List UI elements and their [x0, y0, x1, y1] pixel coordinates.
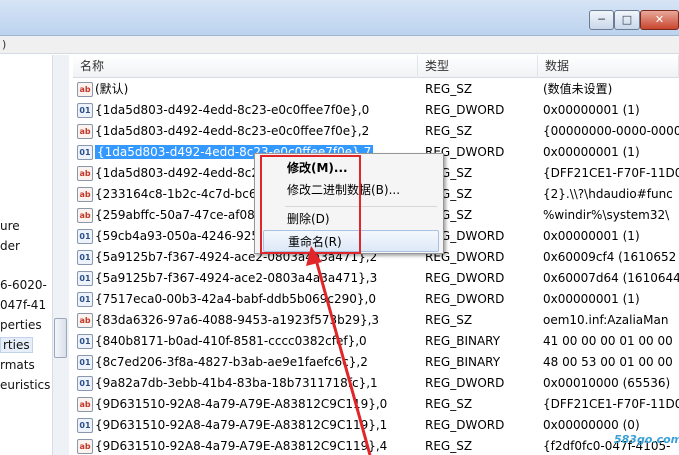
value-name: {840b8171-b0ad-410f-8581-cccc0382cfef},0 — [95, 334, 367, 348]
binary-value-icon: 01 — [77, 334, 93, 349]
table-row[interactable]: 01 {9a82a7db-3ebb-41b4-83ba-18b7311718fc}… — [73, 373, 679, 394]
string-value-icon: ab — [77, 124, 93, 139]
table-row[interactable]: 01 {5a9125b7-f367-4924-ace2-0803a4a3a471}… — [73, 268, 679, 289]
value-type: REG_DWORD — [425, 376, 505, 390]
value-name: {83da6326-97a6-4088-9453-a1923f573b29},3 — [95, 313, 380, 327]
value-data: 41 00 00 00 01 00 00 — [543, 334, 673, 348]
value-data: 0x60009cf4 (1610652 — [543, 250, 677, 264]
value-name: {7517eca0-00b3-42a4-babf-ddb5b069c290},0 — [95, 292, 376, 306]
value-data: {DFF21CE1-F70F-11D0 — [543, 166, 679, 180]
value-name: {9D631510-92A8-4a79-A79E-A83812C9C119},1 — [95, 418, 388, 432]
value-type: REG_SZ — [425, 439, 473, 453]
tree-item[interactable]: euristics — [0, 378, 50, 392]
binary-value-icon: 01 — [77, 355, 93, 370]
column-header-name[interactable]: 名称 — [73, 55, 418, 78]
tree-scrollbar-thumb[interactable] — [54, 318, 67, 358]
tree-item[interactable]: rmats — [0, 358, 35, 372]
tree-item[interactable]: perties — [0, 318, 42, 332]
string-value-icon: ab — [77, 82, 93, 97]
string-value-icon: ab — [77, 397, 93, 412]
table-row[interactable]: ab {83da6326-97a6-4088-9453-a1923f573b29}… — [73, 310, 679, 331]
value-list[interactable]: 名称 类型 数据 ab (默认) REG_SZ (数值未设置) 01 {1da5d803-… — [73, 55, 679, 455]
watermark: 583go.com — [614, 433, 679, 446]
value-name: {8c7ed206-3f8a-4827-b3ab-ae9e1faefc6c},2 — [95, 355, 368, 369]
binary-value-icon: 01 — [77, 418, 93, 433]
value-data: 0x00000001 (1) — [543, 292, 640, 306]
value-name: {9D631510-92A8-4a79-A79E-A83812C9C119},4 — [95, 439, 388, 453]
list-header: 名称 类型 数据 — [73, 55, 679, 78]
table-row[interactable]: 01 {7517eca0-00b3-42a4-babf-ddb5b069c290}… — [73, 289, 679, 310]
value-name: {5a9125b7-f367-4924-ace2-0803a4a3a471},3 — [95, 271, 378, 285]
value-type: REG_SZ — [425, 124, 473, 138]
value-type: REG_DWORD — [425, 271, 505, 285]
minimize-button[interactable]: ─ — [589, 10, 614, 30]
annotation-highlight-box — [260, 155, 361, 254]
title-bar: ─ □ ✕ — [0, 0, 679, 36]
column-header-data[interactable]: 数据 — [538, 55, 679, 78]
string-value-icon: ab — [77, 313, 93, 328]
string-value-icon: ab — [77, 208, 93, 223]
table-row[interactable]: 01 {840b8171-b0ad-410f-8581-cccc0382cfef}… — [73, 331, 679, 352]
binary-value-icon: 01 — [77, 103, 93, 118]
value-data: 0x00010000 (65536) — [543, 376, 671, 390]
tree-scrollbar[interactable] — [52, 55, 69, 455]
value-name: {9D631510-92A8-4a79-A79E-A83812C9C119},0 — [95, 397, 388, 411]
table-row[interactable]: ab {9D631510-92A8-4a79-A79E-A83812C9C119}… — [73, 394, 679, 415]
binary-value-icon: 01 — [77, 250, 93, 265]
binary-value-icon: 01 — [77, 376, 93, 391]
close-button[interactable]: ✕ — [640, 10, 679, 30]
string-value-icon: ab — [77, 166, 93, 181]
table-row[interactable]: ab (默认) REG_SZ (数值未设置) — [73, 79, 679, 100]
tree-item[interactable]: ure — [0, 219, 20, 233]
value-type: REG_DWORD — [425, 292, 505, 306]
value-data: 0x60007d64 (1610644 — [543, 271, 679, 285]
value-type: REG_DWORD — [425, 418, 505, 432]
value-type: REG_BINARY — [425, 334, 501, 348]
value-type: REG_DWORD — [425, 103, 505, 117]
string-value-icon: ab — [77, 187, 93, 202]
binary-value-icon: 01 — [77, 271, 93, 286]
tree-item[interactable]: 6-6020- — [0, 278, 47, 292]
table-row[interactable]: ab {1da5d803-d492-4edd-8c23-e0c0ffee7f0e}… — [73, 121, 679, 142]
value-type: REG_SZ — [425, 397, 473, 411]
table-row[interactable]: ab {9D631510-92A8-4a79-A79E-A83812C9C119}… — [73, 436, 679, 455]
tree-item-selected[interactable]: rties — [0, 337, 33, 353]
maximize-button[interactable]: □ — [614, 10, 640, 30]
value-type: REG_BINARY — [425, 355, 501, 369]
value-type: REG_SZ — [425, 313, 473, 327]
value-name: {9a82a7db-3ebb-41b4-83ba-18b7311718fc},1 — [95, 376, 378, 390]
value-data: oem10.inf:AzaliaMan — [543, 313, 669, 327]
table-row[interactable]: 01 {9D631510-92A8-4a79-A79E-A83812C9C119}… — [73, 415, 679, 436]
value-data: 0x00000001 (1) — [543, 145, 640, 159]
binary-value-icon: 01 — [77, 145, 93, 160]
string-value-icon: ab — [77, 439, 93, 454]
column-header-type[interactable]: 类型 — [418, 55, 538, 78]
value-data: {2}.\\?\hdaudio#func — [543, 187, 673, 201]
table-row[interactable]: 01 {8c7ed206-3f8a-4827-b3ab-ae9e1faefc6c}… — [73, 352, 679, 373]
tree-item[interactable]: der — [0, 239, 20, 253]
tree-item[interactable]: 047f-41 — [0, 298, 46, 312]
value-data: {00000000-0000-0000 — [543, 124, 679, 138]
menu-bar-fragment: ) — [0, 36, 679, 54]
binary-value-icon: 01 — [77, 229, 93, 244]
value-name: {1da5d803-d492-4edd-8c23-e0c0ffee7f0e},2 — [95, 124, 370, 138]
value-data: {DFF21CE1-F70F-11D0 — [543, 397, 679, 411]
value-data: 0x00000001 (1) — [543, 103, 640, 117]
value-data: %windir%\system32\ — [543, 208, 670, 222]
table-row[interactable]: 01 {1da5d803-d492-4edd-8c23-e0c0ffee7f0e}… — [73, 100, 679, 121]
value-name: (默认) — [95, 82, 129, 96]
value-data: (数值未设置) — [543, 82, 613, 96]
value-data: 48 00 53 00 01 00 00 — [543, 355, 673, 369]
value-type: REG_SZ — [425, 82, 473, 96]
value-name: {1da5d803-d492-4edd-8c23-e0c0ffee7f0e},0 — [95, 103, 370, 117]
binary-value-icon: 01 — [77, 292, 93, 307]
value-data: 0x00000001 (1) — [543, 229, 640, 243]
